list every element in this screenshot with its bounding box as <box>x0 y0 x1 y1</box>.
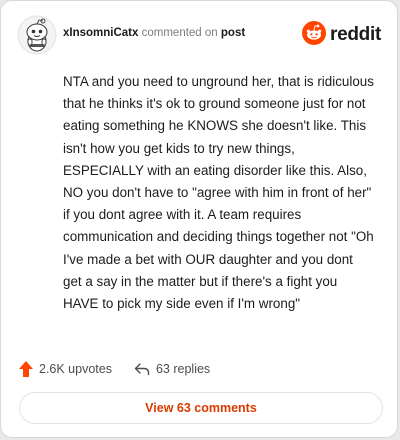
replies-count: 63 replies <box>155 362 211 376</box>
replies-group[interactable]: 63 replies <box>134 362 210 376</box>
upvote-group[interactable]: 2.6K upvotes <box>19 361 112 377</box>
snoo-avatar-icon[interactable] <box>17 15 57 55</box>
reply-arrow-icon[interactable] <box>134 362 150 376</box>
reddit-wordmark: reddit <box>330 24 381 45</box>
upvote-arrow-icon[interactable] <box>19 361 33 377</box>
upvotes-count: 2.6K upvotes <box>39 362 112 376</box>
action-text: commented on <box>138 27 221 39</box>
comment-card: xInsomniCatx commented on post reddit NT… <box>0 0 398 438</box>
post-link[interactable]: post <box>221 27 245 39</box>
reddit-logo[interactable]: reddit <box>302 20 381 50</box>
comment-header: xInsomniCatx commented on post reddit <box>17 15 381 55</box>
reddit-alien-icon <box>302 20 327 50</box>
comment-meta: xInsomniCatx commented on post <box>63 27 245 39</box>
comment-body: NTA and you need to unground her, that i… <box>63 74 374 312</box>
comment-footer: 2.6K upvotes 63 replies <box>19 359 210 379</box>
view-comments-button[interactable]: View 63 comments <box>19 392 383 424</box>
username-link[interactable]: xInsomniCatx <box>63 27 138 39</box>
